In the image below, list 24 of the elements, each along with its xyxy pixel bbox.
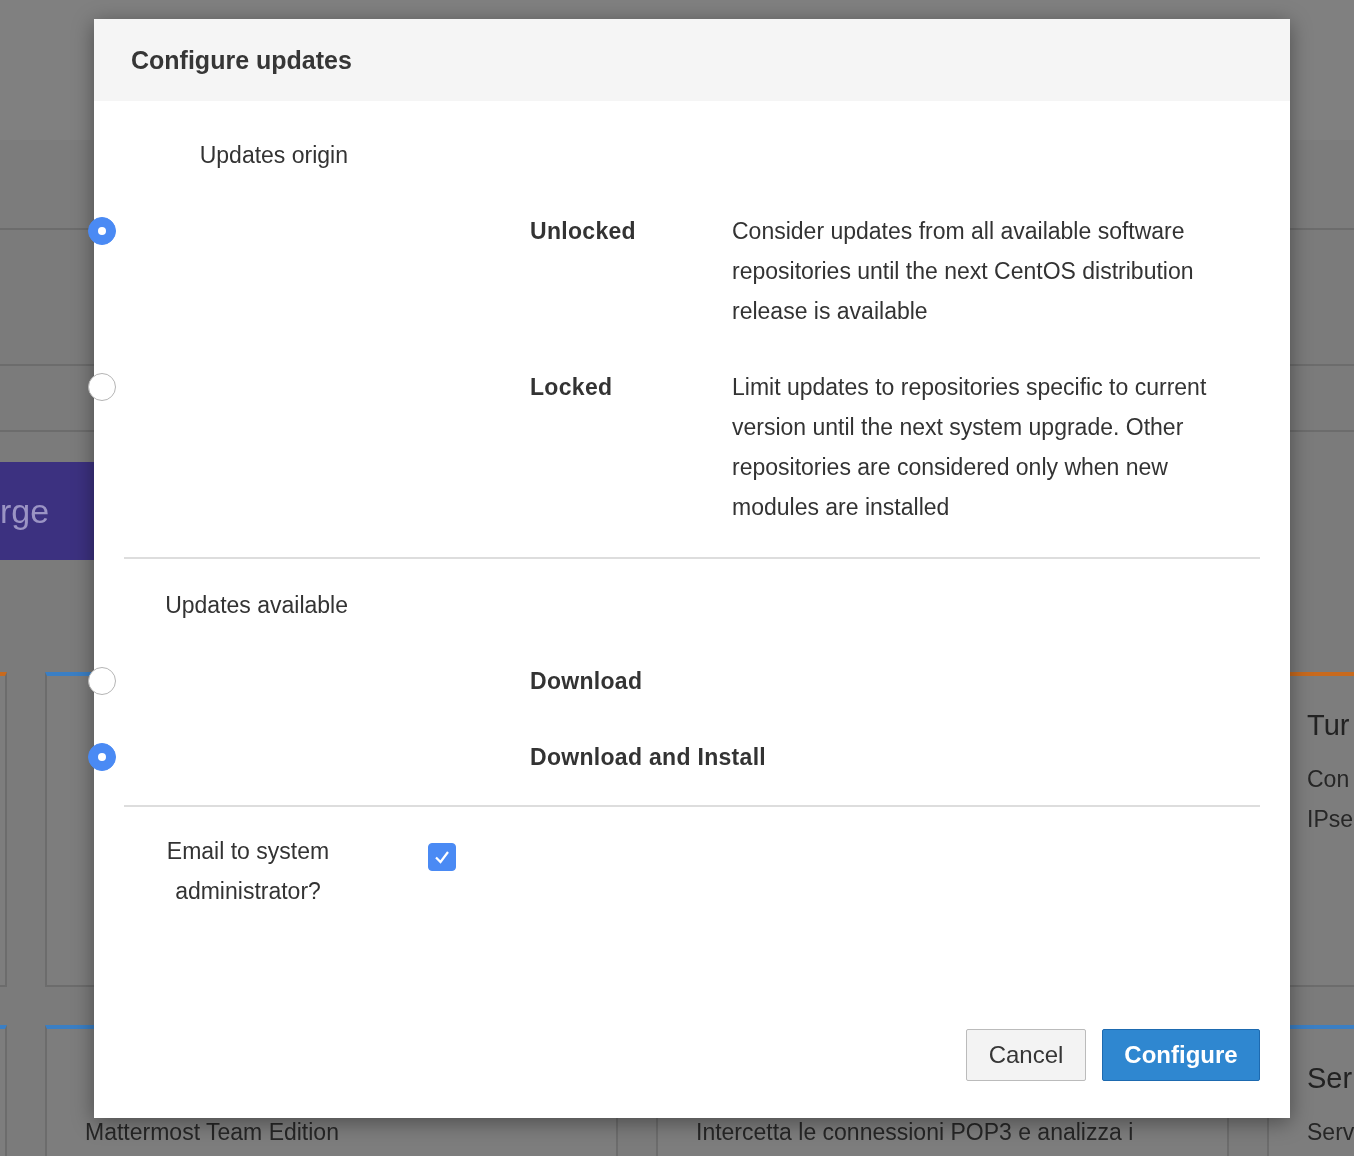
cancel-button[interactable]: Cancel bbox=[966, 1029, 1086, 1081]
radio-button[interactable] bbox=[88, 217, 116, 245]
card-description: Intercetta le connessioni POP3 e analizza i bbox=[696, 1118, 1135, 1147]
radio-button[interactable] bbox=[88, 743, 116, 771]
card-title: Tur bbox=[1307, 708, 1351, 743]
radio-button[interactable] bbox=[88, 667, 116, 695]
card-description: Serv bbox=[1307, 1118, 1354, 1147]
checkbox[interactable] bbox=[428, 843, 456, 871]
option-label: Unlocked bbox=[530, 217, 637, 246]
configure-button[interactable]: Configure bbox=[1102, 1029, 1260, 1081]
card-description: Mattermost Team Edition bbox=[85, 1118, 340, 1147]
option-description: Consider updates from all available software repositories until the next CentOS distribution release is available bbox=[732, 217, 1195, 326]
card-title: Ser bbox=[1307, 1061, 1354, 1096]
card-description: Con bbox=[1307, 765, 1351, 794]
dialog-title: Configure updates bbox=[131, 45, 352, 75]
radio-button[interactable] bbox=[88, 373, 116, 401]
email-label: Email to system administrator? bbox=[165, 837, 331, 906]
option-label: Download bbox=[530, 667, 644, 696]
section-label: Updates available bbox=[165, 592, 348, 618]
option-description: Limit updates to repositories specific to current version until the next system upgrade. Other repositories are considered only when new modules are installed bbox=[732, 373, 1208, 522]
card-description: IPse bbox=[1307, 805, 1354, 834]
option-label: Download and Install bbox=[530, 743, 766, 772]
option-label: Locked bbox=[530, 373, 614, 402]
section-label: Updates origin bbox=[199, 142, 348, 168]
